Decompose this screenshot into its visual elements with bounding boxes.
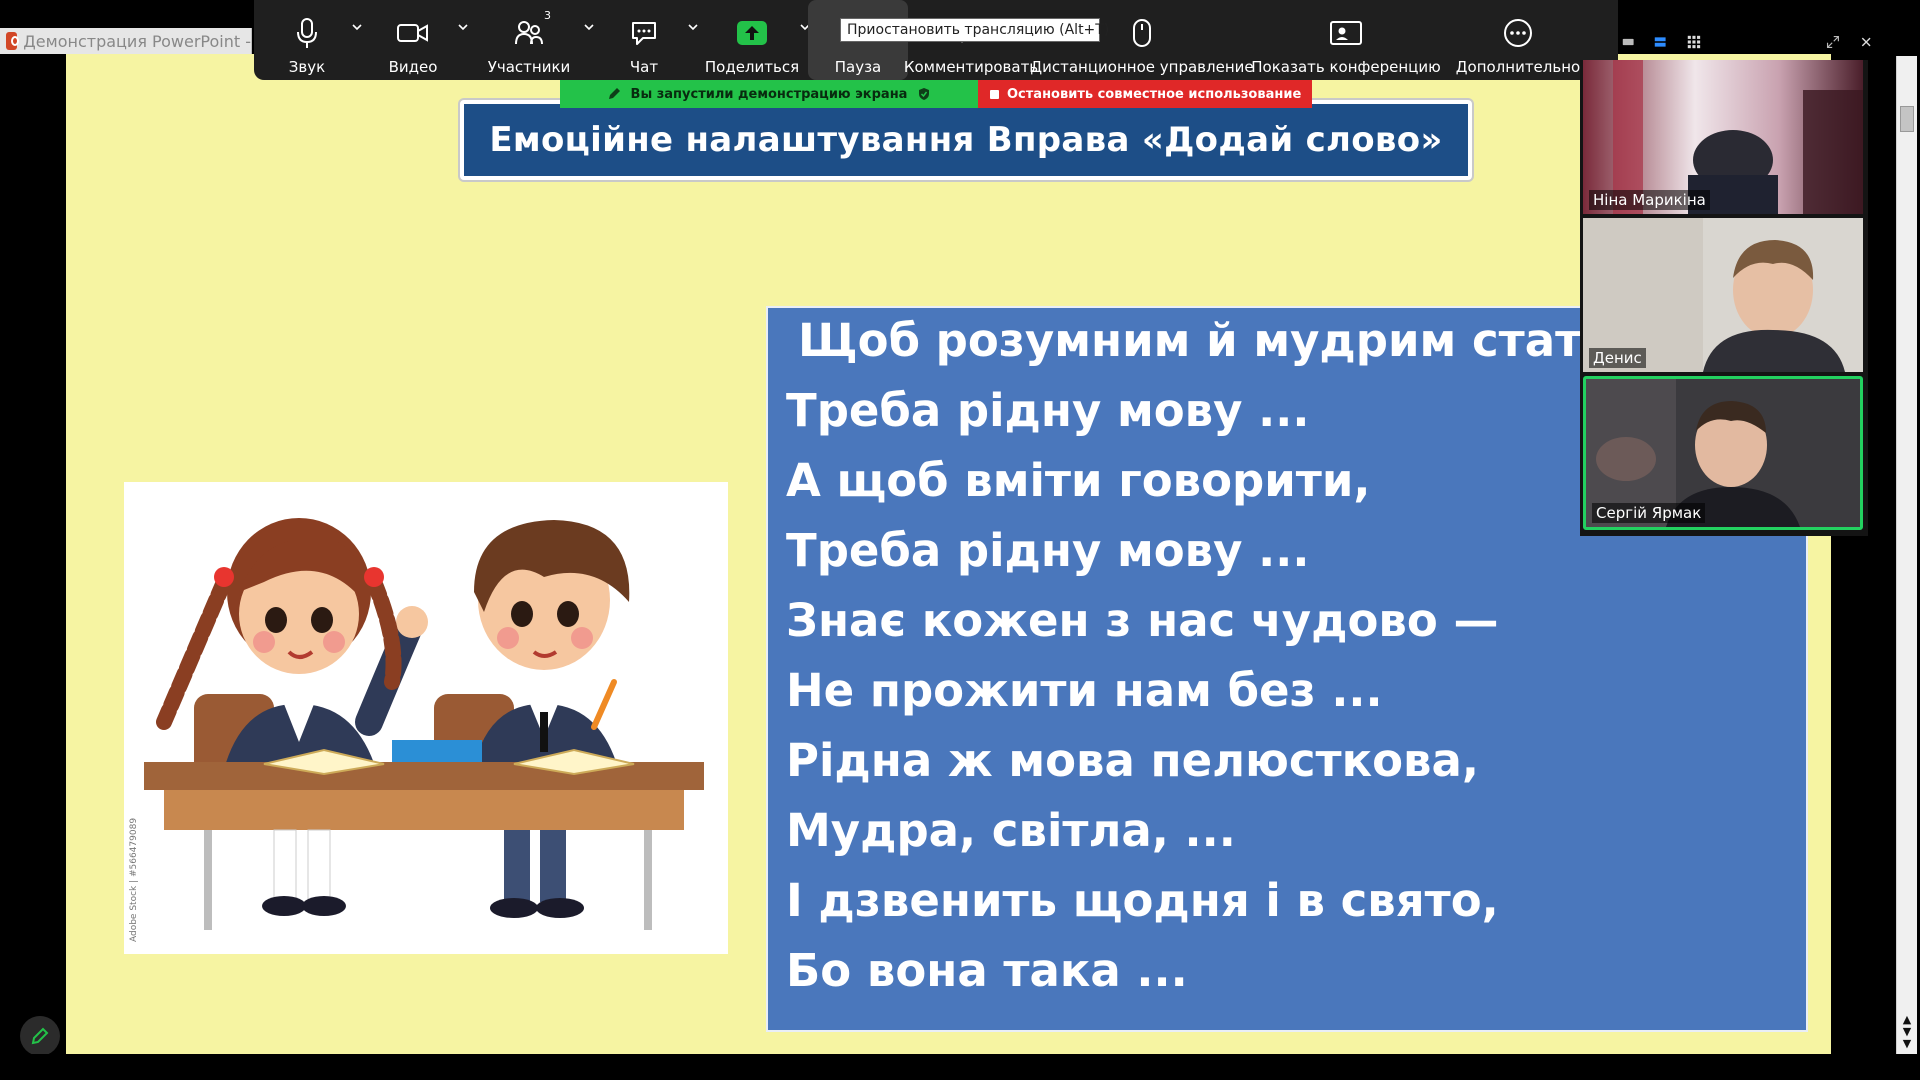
stop-square-icon: [990, 89, 999, 99]
participant-tile[interactable]: Денис: [1583, 218, 1863, 372]
participants-count: 3: [544, 9, 551, 22]
powerpoint-window-tab[interactable]: Демонстрация PowerPoint -: [0, 28, 252, 54]
powerpoint-icon: [6, 32, 20, 50]
chat-button[interactable]: Чат: [592, 0, 698, 80]
more-button[interactable]: Дополнительно: [1442, 0, 1594, 80]
slide-title-box: Емоційне налаштування Вправа «Додай слов…: [460, 100, 1472, 180]
video-button[interactable]: Видео: [360, 0, 468, 80]
poem-line: Треба рідну мову ...: [786, 524, 1310, 577]
share-up-icon: [737, 16, 767, 50]
poem-line: І дзвенить щодня і в свято,: [786, 874, 1499, 927]
audio-button[interactable]: Звук: [254, 0, 362, 80]
show-meeting-label: Показать конференцию: [1251, 58, 1441, 76]
participant-tile-active-speaker[interactable]: Сергій Ярмак: [1583, 376, 1863, 530]
remote-control-label: Дистанционное управление: [1030, 58, 1254, 76]
speaker-view-icon[interactable]: [1654, 34, 1666, 50]
children-at-desk-image: Adobe Stock | #566479089: [124, 482, 728, 954]
audio-label: Звук: [288, 58, 326, 76]
bottom-black-bar: [0, 1054, 1920, 1080]
poem-line: Треба рідну мову ...: [786, 384, 1310, 437]
meeting-window-icon: [1329, 16, 1363, 50]
view-controls: [1622, 28, 1872, 56]
share-label: Поделиться: [704, 58, 800, 76]
microphone-icon: [295, 16, 319, 50]
participant-name: Ніна Марикіна: [1589, 190, 1710, 210]
mouse-icon: [1131, 16, 1153, 50]
participant-tile[interactable]: Ніна Марикіна: [1583, 60, 1863, 214]
camera-icon: [396, 16, 430, 50]
pause-label: Пауза: [834, 58, 882, 76]
participant-name: Сергій Ярмак: [1592, 503, 1706, 523]
poem-line: Рідна ж мова пелюсткова,: [786, 734, 1479, 787]
poem-line: Знає кожен з нас чудово —: [786, 594, 1499, 647]
shield-check-icon: [919, 88, 930, 100]
slide-title: Емоційне налаштування Вправа «Додай слов…: [489, 120, 1443, 160]
chat-label: Чат: [629, 58, 659, 76]
poem-line: Мудра, світла, ...: [786, 804, 1236, 857]
expand-icon[interactable]: [1826, 33, 1840, 51]
people-icon: [514, 16, 544, 50]
stop-share-button[interactable]: Остановить совместное использование: [978, 80, 1312, 108]
pen-icon: [31, 1027, 49, 1045]
minimize-thumbnail-icon[interactable]: [1622, 37, 1634, 47]
presentation-slide: Емоційне налаштування Вправа «Додай слов…: [66, 54, 1831, 1054]
participants-label: Участники: [487, 58, 571, 76]
schoolchildren-illustration: Adobe Stock | #566479089: [124, 482, 728, 954]
vertical-scrollbar[interactable]: ▲ ▼ ▼: [1896, 56, 1917, 1054]
poem-line: Щоб розумним й мудрим стати,: [798, 314, 1630, 367]
participants-button[interactable]: 3 Участники: [466, 0, 594, 80]
poem-line: Бо вона така ...: [786, 944, 1188, 997]
more-dots-icon: [1503, 16, 1533, 50]
gallery-view-icon[interactable]: [1687, 33, 1701, 51]
participant-panel: Ніна Марикіна Денис Сергій Ярмак: [1580, 60, 1868, 536]
participant-name: Денис: [1589, 348, 1646, 368]
stop-share-label: Остановить совместное использование: [1007, 86, 1302, 102]
pause-tooltip: Приостановить трансляцию (Alt+T): [840, 18, 1109, 42]
chat-icon: [629, 16, 659, 50]
annotate-floating-button[interactable]: [20, 1016, 60, 1056]
poem-line: А щоб вміти говорити,: [786, 454, 1371, 507]
scroll-arrows-icon[interactable]: ▲ ▼ ▼: [1899, 1014, 1915, 1050]
close-icon[interactable]: [1860, 34, 1872, 50]
scroll-thumb[interactable]: [1900, 106, 1914, 132]
more-label: Дополнительно: [1455, 58, 1581, 76]
sharing-status-text: Вы запустили демонстрацию экрана: [630, 86, 908, 102]
window-tab-label: Демонстрация PowerPoint -: [23, 31, 251, 51]
image-watermark: Adobe Stock | #566479089: [129, 818, 139, 942]
show-meeting-button[interactable]: Показать конференцию: [1250, 0, 1442, 80]
pen-icon: [608, 88, 620, 99]
poem-line: Не прожити нам без ...: [786, 664, 1383, 717]
annotate-label: Комментировать: [903, 58, 1039, 76]
video-label: Видео: [388, 58, 438, 76]
share-button[interactable]: Поделиться: [696, 0, 810, 80]
sharing-status-bar: Вы запустили демонстрацию экрана: [560, 80, 978, 108]
